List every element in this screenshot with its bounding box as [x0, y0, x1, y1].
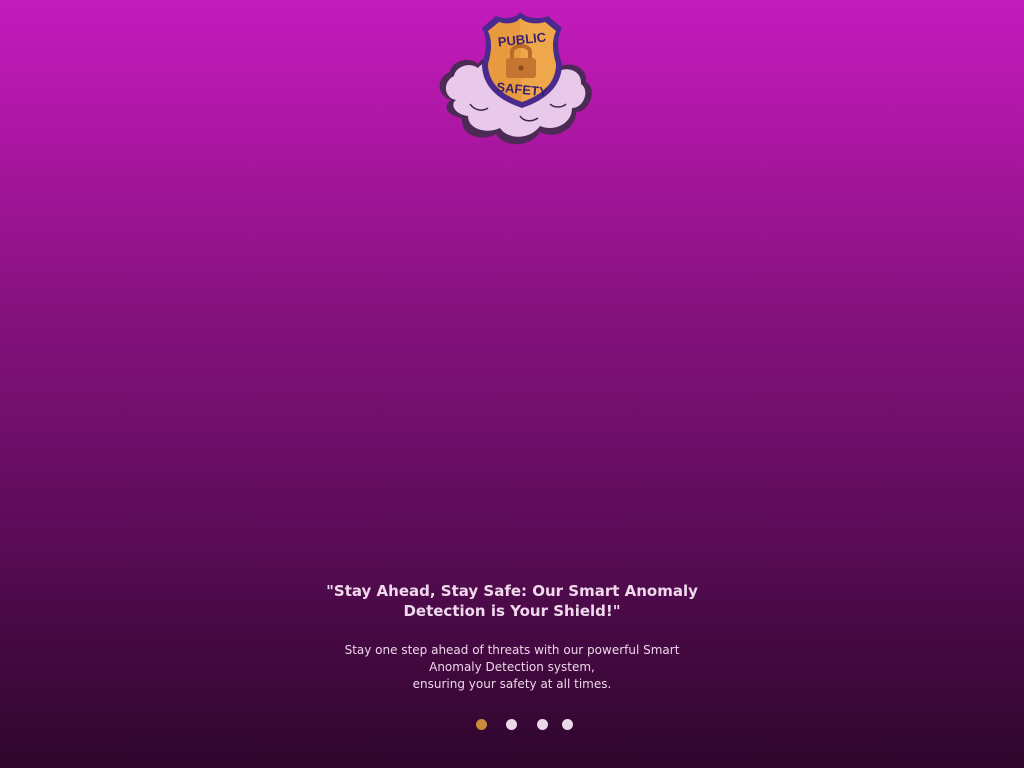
- pagination-dot-2[interactable]: [506, 719, 517, 730]
- onboarding-description: Stay one step ahead of threats with our …: [312, 642, 712, 693]
- pagination-dot-4[interactable]: [562, 719, 573, 730]
- description-line-3: ensuring your safety at all times.: [412, 677, 612, 691]
- onboarding-headline: "Stay Ahead, Stay Safe: Our Smart Anomal…: [312, 581, 712, 621]
- pagination-dot-3[interactable]: [537, 719, 548, 730]
- pagination-dots: [0, 719, 1024, 731]
- headline-line-1: "Stay Ahead, Stay Safe: Our Smart Anomal…: [326, 582, 698, 600]
- pagination-dot-1[interactable]: [476, 719, 487, 730]
- description-line-2: Anomaly Detection system,: [429, 660, 595, 674]
- headline-line-2: Detection is Your Shield!": [403, 602, 621, 620]
- description-line-1: Stay one step ahead of threats with our …: [344, 643, 680, 657]
- public-safety-logo: PUBLIC SAFETY: [439, 12, 592, 145]
